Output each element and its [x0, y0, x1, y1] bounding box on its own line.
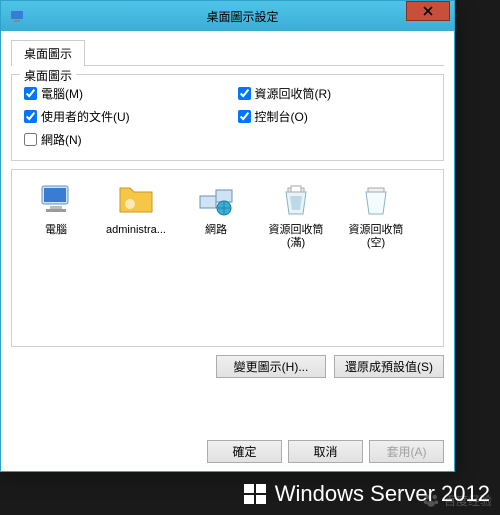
checkbox-recycle-input[interactable]: [238, 87, 251, 100]
checkbox-userfiles-input[interactable]: [24, 110, 37, 123]
branding-text: Windows Server 2012: [275, 481, 490, 507]
titlebar[interactable]: 桌面圖示設定: [1, 1, 454, 31]
dialog-button-row: 確定 取消 套用(A): [11, 426, 444, 463]
icon-item-userfolder[interactable]: administra...: [100, 180, 172, 250]
app-icon: [9, 8, 25, 24]
icon-label: 資源回收筒 (空): [340, 224, 412, 250]
checkbox-control[interactable]: 控制台(O): [238, 108, 432, 125]
checkbox-recycle-label: 資源回收筒(R): [255, 85, 332, 102]
window-title: 桌面圖示設定: [31, 8, 454, 25]
group-title: 桌面圖示: [20, 67, 76, 84]
icon-grid: 電腦 administra... 網路: [20, 180, 435, 250]
checkbox-control-label: 控制台(O): [255, 108, 308, 125]
recycle-empty-icon: [356, 180, 396, 220]
checkbox-computer[interactable]: 電腦(M): [24, 85, 218, 102]
icon-preview-area: 電腦 administra... 網路: [11, 169, 444, 347]
checkbox-network[interactable]: 網路(N): [24, 131, 218, 148]
close-button[interactable]: [406, 1, 450, 21]
desktop-icon-settings-window: 桌面圖示設定 桌面圖示 桌面圖示 電腦(M) 資源回收筒(R): [0, 0, 455, 472]
os-branding: Windows Server 2012: [243, 481, 490, 507]
icon-label: 電腦: [20, 224, 92, 250]
desktop-icons-group: 桌面圖示 電腦(M) 資源回收筒(R) 使用者的文件(U): [11, 74, 444, 161]
checkbox-recycle[interactable]: 資源回收筒(R): [238, 85, 432, 102]
icon-action-row: 變更圖示(H)... 還原成預設值(S): [11, 355, 444, 378]
apply-button[interactable]: 套用(A): [369, 440, 444, 463]
recycle-full-icon: [276, 180, 316, 220]
icon-label: 網路: [180, 224, 252, 250]
window-content: 桌面圖示 桌面圖示 電腦(M) 資源回收筒(R) 使用者的文件(U): [1, 31, 454, 471]
userfolder-icon: [116, 180, 156, 220]
checkbox-network-input[interactable]: [24, 133, 37, 146]
restore-default-button[interactable]: 還原成預設值(S): [334, 355, 444, 378]
tab-strip: 桌面圖示: [11, 39, 444, 66]
checkbox-computer-label: 電腦(M): [41, 85, 83, 102]
desktop-background: 桌面圖示設定 桌面圖示 桌面圖示 電腦(M) 資源回收筒(R): [0, 0, 500, 515]
icon-item-computer[interactable]: 電腦: [20, 180, 92, 250]
checkbox-control-input[interactable]: [238, 110, 251, 123]
cancel-button[interactable]: 取消: [288, 440, 363, 463]
checkbox-userfiles-label: 使用者的文件(U): [41, 108, 130, 125]
icon-label: administra...: [100, 224, 172, 250]
icon-item-recycle-empty[interactable]: 資源回收筒 (空): [340, 180, 412, 250]
ok-button[interactable]: 確定: [207, 440, 282, 463]
checkbox-userfiles[interactable]: 使用者的文件(U): [24, 108, 218, 125]
icon-item-recycle-full[interactable]: 資源回收筒 (滿): [260, 180, 332, 250]
checkbox-computer-input[interactable]: [24, 87, 37, 100]
network-icon: [196, 180, 236, 220]
windows-logo-icon: [243, 482, 267, 506]
icon-item-network[interactable]: 網路: [180, 180, 252, 250]
tab-desktop-icons[interactable]: 桌面圖示: [11, 40, 85, 66]
icon-label: 資源回收筒 (滿): [260, 224, 332, 250]
checkbox-network-label: 網路(N): [41, 131, 82, 148]
computer-icon: [36, 180, 76, 220]
change-icon-button[interactable]: 變更圖示(H)...: [216, 355, 326, 378]
